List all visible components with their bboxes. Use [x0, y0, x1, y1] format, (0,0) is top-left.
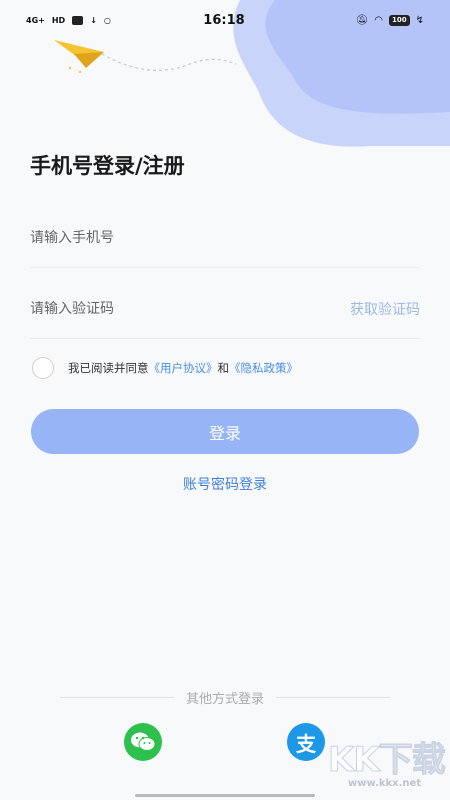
charging-icon: ↯: [415, 14, 424, 26]
code-input[interactable]: [30, 300, 350, 317]
login-button[interactable]: 登录: [31, 409, 419, 454]
page-title: 手机号登录/注册: [30, 154, 185, 178]
battery-icon: 100: [388, 14, 410, 26]
divider-line: [60, 697, 174, 698]
wechat-login-button[interactable]: [124, 723, 162, 761]
divider-line: [276, 697, 391, 698]
code-field: 获取验证码: [30, 279, 420, 339]
user-agreement-link[interactable]: 《用户协议》: [149, 360, 218, 376]
paper-plane-icon: [54, 40, 237, 74]
alipay-login-button[interactable]: 支: [287, 723, 325, 761]
mute-icon: 🔕︎: [355, 14, 369, 26]
watermark-logo: KK下载: [328, 740, 447, 780]
agree-checkbox[interactable]: [32, 357, 54, 379]
wifi-icon: ◠: [374, 14, 383, 26]
status-time: 16:18: [203, 12, 245, 28]
usb-icon: ↓: [90, 15, 97, 25]
signal-icon: 4G+: [26, 15, 45, 25]
home-indicator: [135, 794, 315, 797]
get-code-button[interactable]: 获取验证码: [350, 299, 420, 319]
watermark: KK下载 www.kkx.net: [328, 742, 448, 800]
privacy-policy-link[interactable]: 《隐私政策》: [229, 360, 298, 376]
agree-prefix: 我已阅读并同意: [68, 361, 149, 375]
other-login-divider: 其他方式登录: [60, 688, 391, 707]
phone-field: [30, 208, 420, 268]
agreement-row: 我已阅读并同意 《用户协议》 和 《隐私政策》: [32, 357, 298, 379]
alipay-icon: 支: [296, 731, 316, 756]
status-bar: 4G+ HD ↓ ○ 16:18 🔕︎ ◠ 100 ↯: [0, 0, 450, 40]
wechat-icon: [131, 732, 156, 751]
password-login-link[interactable]: 账号密码登录: [0, 474, 450, 494]
cloud-icon: ○: [103, 15, 111, 25]
agree-and: 和: [217, 361, 230, 375]
other-login-label: 其他方式登录: [186, 692, 265, 707]
app-notification-icon: [72, 15, 84, 25]
phone-input[interactable]: [30, 229, 420, 246]
hd-badge: HD: [51, 15, 66, 25]
